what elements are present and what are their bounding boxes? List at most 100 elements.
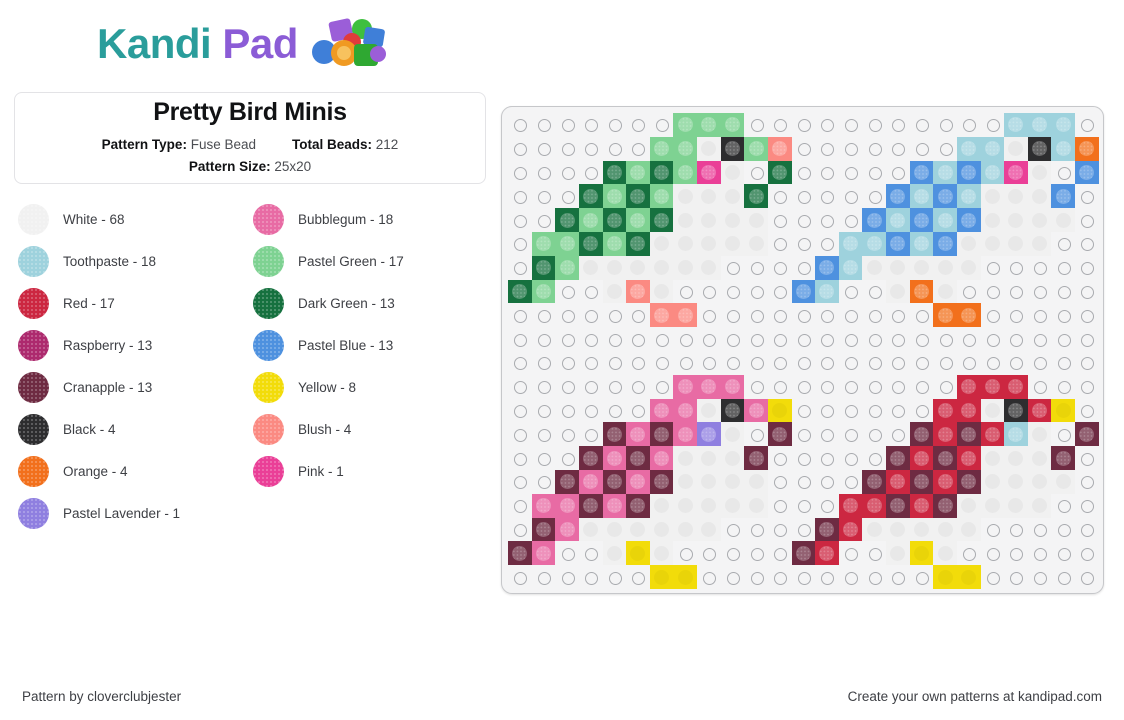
- bead[interactable]: [933, 231, 957, 256]
- peg-hole[interactable]: [1028, 351, 1052, 375]
- peg-hole[interactable]: [768, 327, 792, 351]
- peg-hole[interactable]: [792, 327, 816, 351]
- bead[interactable]: [767, 136, 792, 161]
- peg-hole[interactable]: [555, 565, 579, 589]
- peg-hole[interactable]: [744, 541, 768, 565]
- bead[interactable]: [673, 446, 697, 470]
- peg-hole[interactable]: [744, 161, 768, 185]
- peg-hole[interactable]: [744, 375, 768, 399]
- bead[interactable]: [886, 255, 910, 280]
- bead[interactable]: [886, 517, 910, 542]
- peg-hole[interactable]: [792, 375, 816, 399]
- peg-hole[interactable]: [862, 161, 886, 185]
- peg-hole[interactable]: [815, 470, 839, 494]
- peg-hole[interactable]: [721, 256, 745, 280]
- peg-hole[interactable]: [603, 375, 627, 399]
- bead[interactable]: [555, 493, 579, 518]
- peg-hole[interactable]: [532, 399, 556, 423]
- peg-hole[interactable]: [862, 280, 886, 304]
- peg-hole[interactable]: [886, 327, 910, 351]
- peg-hole[interactable]: [862, 422, 886, 446]
- bead[interactable]: [933, 255, 957, 280]
- bead[interactable]: [886, 279, 910, 304]
- bead[interactable]: [720, 184, 745, 208]
- peg-hole[interactable]: [839, 565, 863, 589]
- bead[interactable]: [956, 398, 981, 423]
- peg-hole[interactable]: [555, 161, 579, 185]
- peg-hole[interactable]: [768, 256, 792, 280]
- peg-hole[interactable]: [933, 375, 957, 399]
- bead[interactable]: [649, 398, 674, 423]
- peg-hole[interactable]: [626, 565, 650, 589]
- bead[interactable]: [697, 493, 721, 518]
- peg-hole[interactable]: [579, 303, 603, 327]
- peg-hole[interactable]: [815, 327, 839, 351]
- bead[interactable]: [886, 541, 910, 565]
- peg-hole[interactable]: [792, 161, 816, 185]
- peg-hole[interactable]: [744, 565, 768, 589]
- peg-hole[interactable]: [673, 541, 697, 565]
- bead[interactable]: [720, 136, 745, 161]
- peg-hole[interactable]: [555, 399, 579, 423]
- bead[interactable]: [673, 398, 697, 423]
- bead[interactable]: [933, 184, 957, 208]
- bead[interactable]: [626, 184, 650, 208]
- bead[interactable]: [791, 279, 816, 304]
- bead[interactable]: [578, 446, 603, 470]
- bead[interactable]: [1004, 374, 1028, 399]
- peg-hole[interactable]: [721, 518, 745, 542]
- bead[interactable]: [673, 255, 697, 280]
- peg-hole[interactable]: [626, 137, 650, 161]
- peg-hole[interactable]: [721, 303, 745, 327]
- bead[interactable]: [697, 398, 721, 423]
- peg-hole[interactable]: [744, 518, 768, 542]
- peg-hole[interactable]: [579, 280, 603, 304]
- bead[interactable]: [909, 160, 934, 185]
- bead[interactable]: [767, 160, 792, 185]
- bead[interactable]: [649, 160, 674, 185]
- peg-hole[interactable]: [532, 161, 556, 185]
- bead[interactable]: [578, 255, 603, 280]
- peg-hole[interactable]: [1004, 303, 1028, 327]
- peg-hole[interactable]: [1028, 565, 1052, 589]
- bead[interactable]: [720, 113, 745, 137]
- bead[interactable]: [602, 255, 627, 280]
- bead[interactable]: [1027, 184, 1052, 208]
- bead[interactable]: [1004, 422, 1028, 446]
- peg-hole[interactable]: [508, 565, 532, 589]
- peg-hole[interactable]: [815, 232, 839, 256]
- bead[interactable]: [933, 541, 957, 565]
- peg-hole[interactable]: [508, 232, 532, 256]
- bead[interactable]: [720, 493, 745, 518]
- peg-hole[interactable]: [1051, 232, 1075, 256]
- peg-hole[interactable]: [721, 541, 745, 565]
- peg-hole[interactable]: [1004, 518, 1028, 542]
- peg-hole[interactable]: [1051, 161, 1075, 185]
- bead[interactable]: [697, 160, 721, 185]
- legend-item[interactable]: Pastel Lavender - 1: [18, 492, 253, 534]
- peg-hole[interactable]: [910, 351, 934, 375]
- peg-hole[interactable]: [768, 375, 792, 399]
- bead[interactable]: [909, 469, 934, 494]
- bead[interactable]: [1027, 469, 1052, 494]
- bead[interactable]: [909, 493, 934, 518]
- peg-hole[interactable]: [626, 375, 650, 399]
- pegboard[interactable]: [501, 106, 1104, 594]
- bead[interactable]: [626, 541, 650, 565]
- peg-hole[interactable]: [839, 351, 863, 375]
- bead[interactable]: [673, 565, 697, 589]
- peg-hole[interactable]: [957, 541, 981, 565]
- peg-hole[interactable]: [697, 327, 721, 351]
- bead[interactable]: [626, 493, 650, 518]
- peg-hole[interactable]: [579, 422, 603, 446]
- peg-hole[interactable]: [981, 256, 1005, 280]
- peg-hole[interactable]: [579, 327, 603, 351]
- bead[interactable]: [555, 208, 579, 232]
- bead[interactable]: [980, 374, 1005, 399]
- bead[interactable]: [956, 517, 981, 542]
- bead[interactable]: [933, 422, 957, 446]
- peg-hole[interactable]: [579, 399, 603, 423]
- peg-hole[interactable]: [886, 161, 910, 185]
- bead[interactable]: [862, 231, 886, 256]
- peg-hole[interactable]: [508, 518, 532, 542]
